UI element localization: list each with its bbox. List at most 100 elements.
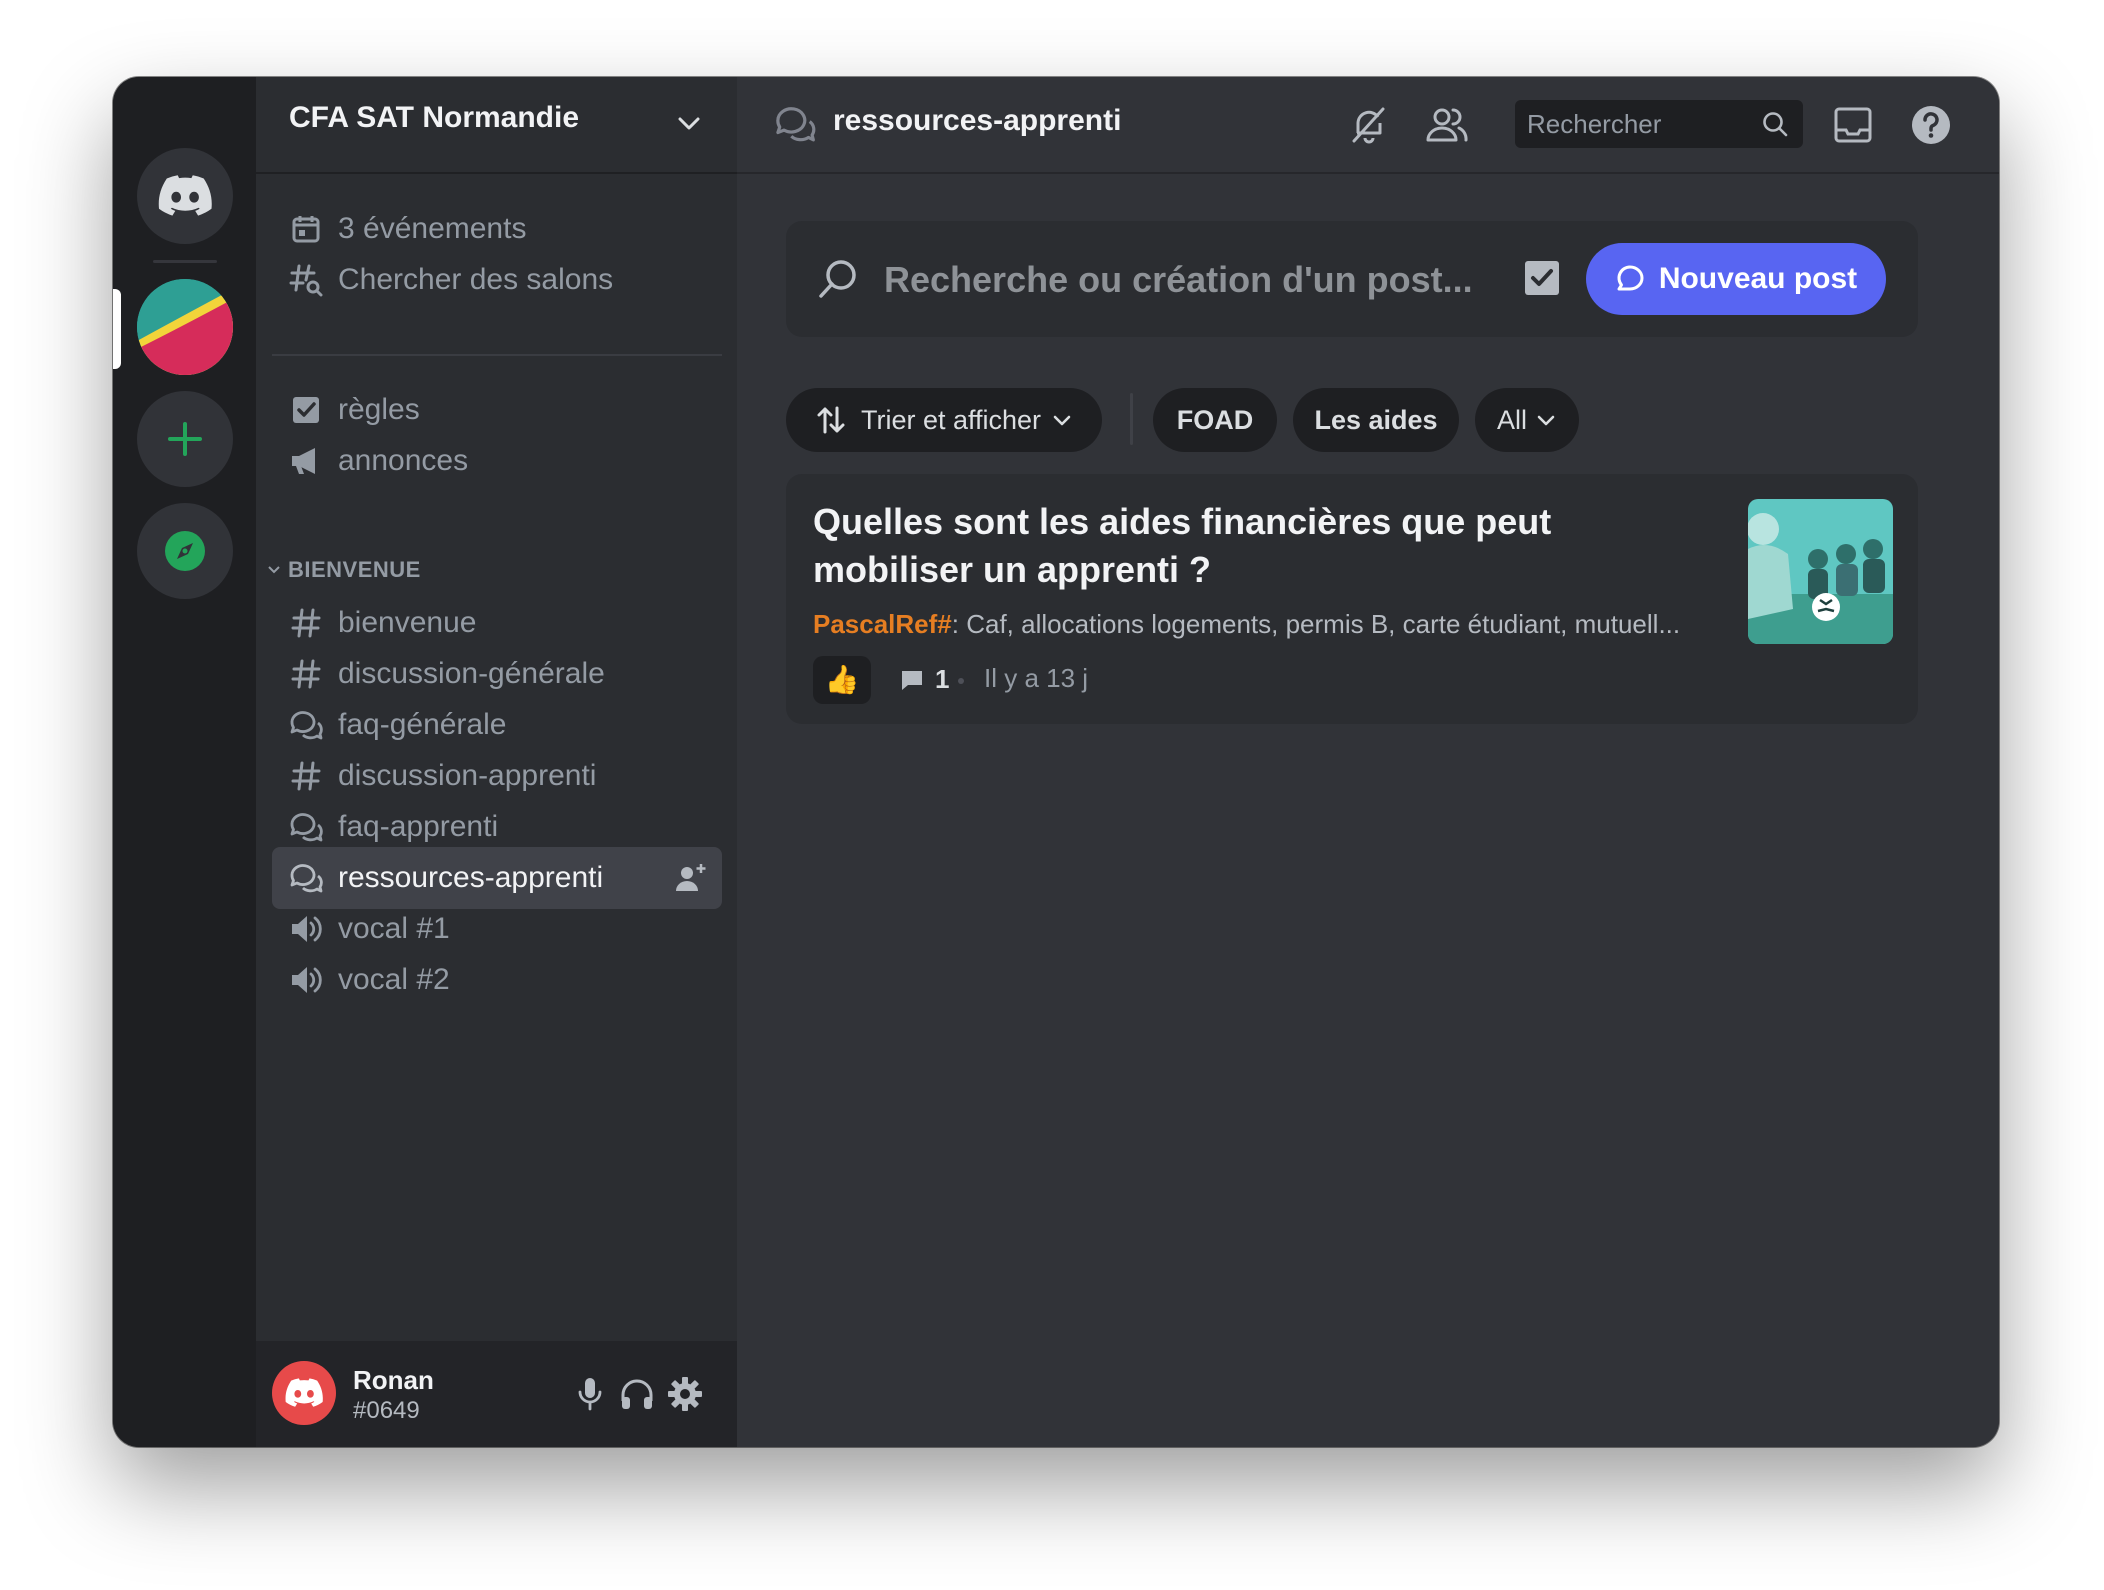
sort-and-view-button[interactable]: Trier et afficher: [786, 388, 1102, 452]
help-icon: [1912, 106, 1950, 144]
user-panel: Ronan #0649: [256, 1341, 737, 1447]
discord-logo-icon: [158, 175, 212, 216]
channel-label: annonces: [338, 444, 469, 477]
mute-button[interactable]: [569, 1373, 611, 1415]
thumbs-up-icon: 👍: [824, 664, 860, 695]
tag-label: Les aides: [1314, 404, 1438, 435]
gear-icon: [668, 1377, 702, 1411]
category-bienvenue[interactable]: BIENVENUE: [266, 557, 421, 583]
channel-sidebar: CFA SAT Normandie 3 événements Chercher …: [256, 77, 737, 1447]
discord-logo-icon: [285, 1378, 323, 1407]
members-icon: [1426, 108, 1468, 142]
sidebar-divider: [272, 354, 722, 356]
rail-separator: [153, 260, 217, 263]
server-icon-cfa[interactable]: [137, 279, 233, 375]
message-count-value: 1: [935, 664, 950, 694]
post-title: Quelles sont les aides financières que p…: [813, 501, 1552, 590]
all-tags-dropdown[interactable]: All: [1475, 388, 1579, 452]
sort-icon: [817, 406, 845, 434]
channel-label: ressources-apprenti: [338, 861, 604, 894]
speaker-icon: [288, 962, 324, 998]
selected-server-indicator: [113, 289, 121, 369]
plus-icon: [168, 422, 202, 456]
calendar-icon: [288, 211, 324, 247]
post-snippet: : Caf, allocations logements, permis B, …: [951, 609, 1681, 639]
forum-icon: [776, 107, 816, 142]
user-tag: #0649: [353, 1397, 420, 1424]
home-button[interactable]: [137, 148, 233, 244]
invite-member-icon[interactable]: [674, 861, 708, 903]
post-author: PascalRef#: [813, 609, 952, 639]
hashtag-icon: [288, 656, 324, 692]
children-playing-image-icon: [1748, 499, 1893, 644]
new-post-button[interactable]: Nouveau post: [1586, 243, 1886, 315]
headphones-icon: [621, 1379, 653, 1409]
filter-separator: [1130, 393, 1133, 445]
channel-label: règles: [338, 393, 420, 426]
explore-servers-button[interactable]: [137, 503, 233, 599]
channel-header: ressources-apprenti Rechercher: [737, 77, 1999, 174]
channel-label: discussion-générale: [338, 657, 605, 690]
separator-dot: [958, 678, 964, 684]
avatar[interactable]: [272, 1361, 336, 1425]
user-settings-button[interactable]: [664, 1373, 706, 1415]
chevron-down-icon: [1537, 415, 1555, 426]
tag-label: FOAD: [1176, 404, 1254, 435]
channel-browse-icon: [288, 262, 324, 298]
app-window: CFA SAT Normandie 3 événements Chercher …: [113, 77, 1999, 1447]
speaker-icon: [288, 911, 324, 947]
post-guidelines-icon[interactable]: [1522, 258, 1562, 298]
channel-label: discussion-apprenti: [338, 759, 597, 792]
reaction-button[interactable]: 👍: [813, 656, 871, 704]
microphone-icon: [578, 1378, 602, 1411]
events-label: 3 événements: [338, 212, 527, 245]
chevron-down-icon: [268, 566, 280, 574]
megaphone-icon: [288, 443, 324, 479]
post-thumbnail[interactable]: [1748, 499, 1893, 644]
tag-filter-les-aides[interactable]: Les aides: [1293, 388, 1459, 452]
forum-icon: [288, 707, 324, 743]
new-post-label: Nouveau post: [1658, 262, 1858, 295]
forum-search-placeholder: Recherche ou création d'un post...: [884, 259, 1473, 300]
server-avatar-icon: [137, 279, 233, 375]
deafen-button[interactable]: [616, 1373, 658, 1415]
hashtag-icon: [288, 758, 324, 794]
forum-icon: [288, 809, 324, 845]
post-preview: PascalRef#: Caf, allocations logements, …: [813, 609, 1723, 640]
channel-label: faq-apprenti: [338, 810, 499, 843]
rules-icon: [288, 392, 324, 428]
channel-title: ressources-apprenti: [833, 104, 1122, 137]
channel-vocal-2[interactable]: vocal #2: [272, 949, 722, 1011]
browse-channels-label: Chercher des salons: [338, 263, 614, 296]
channel-announcements[interactable]: annonces: [272, 430, 722, 492]
all-tags-label: All: [1496, 404, 1527, 435]
category-label: BIENVENUE: [288, 557, 421, 582]
global-search-input[interactable]: Rechercher: [1515, 100, 1803, 148]
server-rail: [113, 77, 256, 1447]
add-server-button[interactable]: [137, 391, 233, 487]
forum-post-card[interactable]: Quelles sont les aides financières que p…: [786, 474, 1918, 724]
channel-label: faq-générale: [338, 708, 507, 741]
inbox-button[interactable]: [1831, 103, 1875, 147]
username: Ronan: [353, 1365, 434, 1395]
sort-label: Trier et afficher: [860, 404, 1042, 435]
help-button[interactable]: [1909, 103, 1953, 147]
bell-slash-icon: [1352, 107, 1385, 144]
channel-label: bienvenue: [338, 606, 477, 639]
main-panel: ressources-apprenti Rechercher Recherche…: [737, 77, 1999, 1447]
chat-bubble-icon: [1615, 264, 1645, 294]
member-list-button[interactable]: [1425, 103, 1469, 147]
forum-search-bar[interactable]: Recherche ou création d'un post... Nouve…: [786, 221, 1918, 337]
tag-filter-foad[interactable]: FOAD: [1153, 388, 1277, 452]
notification-settings-button[interactable]: [1347, 103, 1391, 147]
inbox-icon: [1834, 107, 1872, 143]
chevron-down-icon: [678, 117, 700, 130]
chevron-down-icon: [1053, 415, 1071, 426]
search-icon: [819, 260, 856, 298]
message-icon: [902, 670, 922, 690]
message-count: 1: [899, 664, 949, 695]
browse-channels-item[interactable]: Chercher des salons: [272, 249, 722, 311]
forum-icon: [288, 860, 324, 896]
search-placeholder: Rechercher: [1527, 108, 1662, 139]
server-header[interactable]: CFA SAT Normandie: [256, 77, 737, 174]
